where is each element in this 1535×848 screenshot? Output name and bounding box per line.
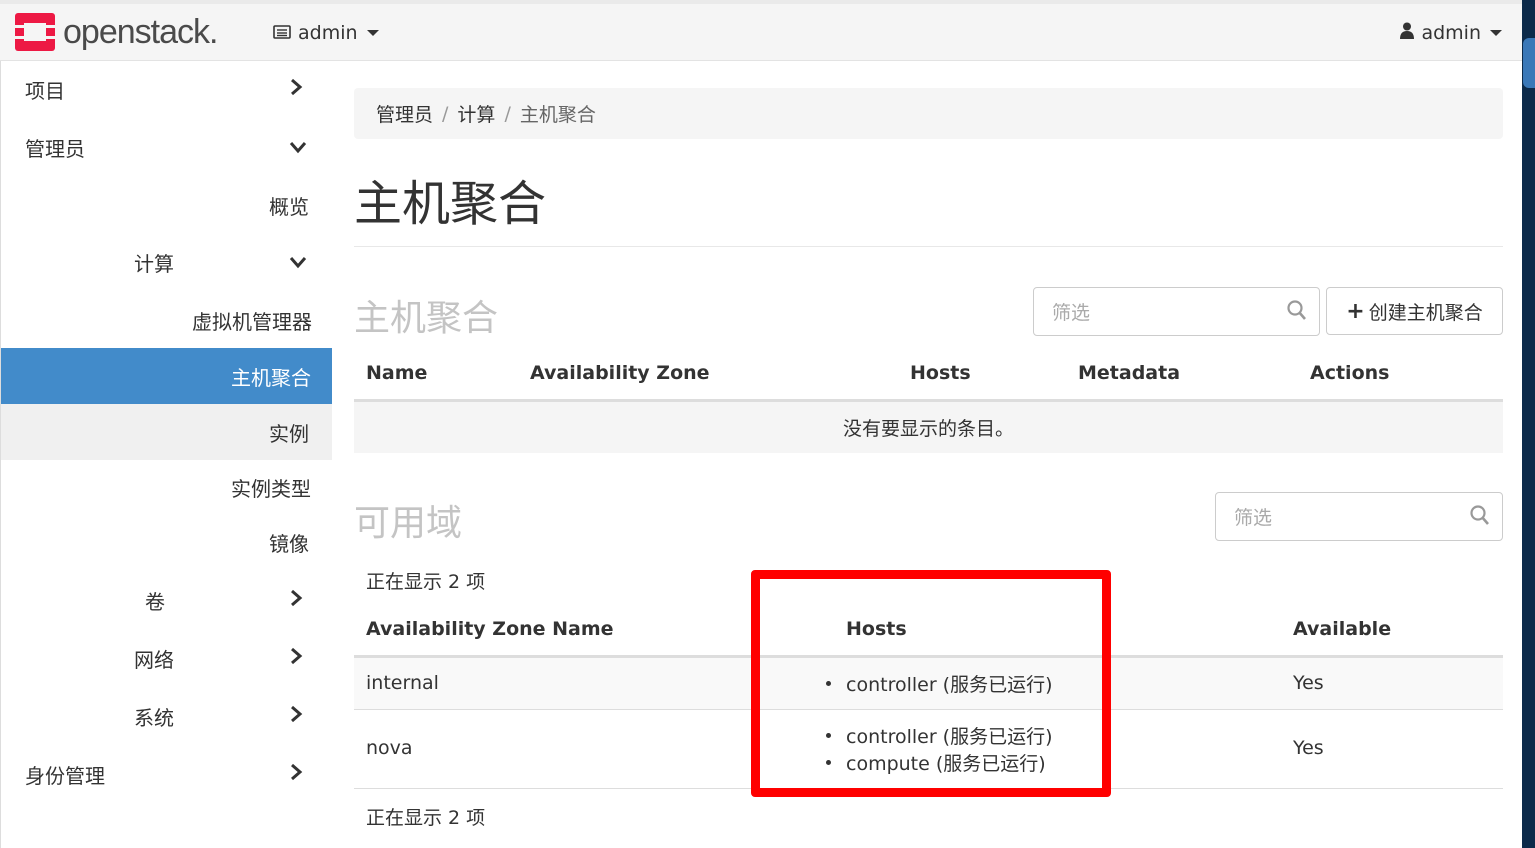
chevron-down-icon [289, 135, 307, 160]
sidebar-item-label: 主机聚合 [231, 365, 311, 390]
sidebar-item-system[interactable]: 系统 [1, 688, 332, 744]
zone-name-cell: nova [366, 737, 413, 759]
search-icon[interactable] [1470, 505, 1490, 527]
top-navbar: openstack. admin admin [0, 0, 1522, 61]
sidebar-item-identity[interactable]: 身份管理 [1, 746, 332, 802]
column-header-available[interactable]: Available [1293, 618, 1391, 640]
caret-down-icon [366, 30, 379, 36]
caret-down-icon [1490, 30, 1502, 36]
project-selector[interactable]: admin [273, 22, 379, 44]
breadcrumb-item-admin[interactable]: 管理员 [376, 100, 433, 127]
project-selector-label: admin [298, 22, 358, 44]
sidebar-item-overview[interactable]: 概览 [1, 177, 332, 233]
user-icon [1400, 22, 1415, 44]
chevron-down-icon [289, 250, 307, 275]
sidebar-item-host-aggregates[interactable]: 主机聚合 [1, 348, 332, 404]
breadcrumb: 管理员 / 计算 / 主机聚合 [354, 88, 1503, 139]
column-header-availability-zone[interactable]: Availability Zone [530, 362, 710, 384]
filter-placeholder: 筛选 [1234, 507, 1273, 529]
zones-section-title: 可用域 [354, 503, 463, 544]
window-edge [1522, 0, 1535, 848]
sidebar-item-hypervisors[interactable]: 虚拟机管理器 [1, 292, 332, 348]
chevron-right-icon [289, 762, 303, 787]
sidebar-item-network[interactable]: 网络 [1, 630, 332, 686]
sidebar-item-label: 虚拟机管理器 [192, 309, 312, 334]
breadcrumb-item-compute[interactable]: 计算 [457, 100, 495, 127]
sidebar-item-label: 实例 [269, 421, 309, 446]
sidebar-item-label: 身份管理 [25, 763, 105, 788]
create-aggregate-label: 创建主机聚合 [1368, 301, 1483, 324]
aggregates-section-title: 主机聚合 [354, 298, 499, 339]
filter-placeholder: 筛选 [1052, 302, 1091, 324]
sidebar-item-admin[interactable]: 管理员 [1, 119, 332, 175]
openstack-logo-icon [15, 13, 55, 51]
openstack-logo[interactable]: openstack. [15, 13, 218, 51]
sidebar-item-label: 计算 [134, 251, 174, 276]
chevron-right-icon [289, 588, 303, 613]
column-header-hosts[interactable]: Hosts [910, 362, 971, 384]
chevron-right-icon [289, 77, 303, 102]
page-title: 主机聚合 [354, 176, 547, 232]
breadcrumb-separator: / [504, 102, 511, 125]
user-menu[interactable]: admin [1400, 22, 1502, 44]
sidebar-item-instances[interactable]: 实例 [1, 404, 332, 460]
sidebar: 项目 管理员 概览 计算 虚拟机管理器 主机聚合 实例 实例类型 镜像 卷 网络… [0, 61, 332, 848]
user-menu-label: admin [1421, 22, 1481, 44]
zone-name-cell: internal [366, 672, 439, 694]
sidebar-item-images[interactable]: 镜像 [1, 514, 332, 570]
sidebar-item-label: 网络 [134, 647, 174, 672]
breadcrumb-item-current: 主机聚合 [519, 104, 596, 126]
sidebar-item-project[interactable]: 项目 [1, 61, 332, 117]
sidebar-item-label: 项目 [25, 78, 65, 103]
project-icon [273, 22, 291, 44]
search-icon[interactable] [1287, 300, 1307, 322]
plus-icon: + [1346, 298, 1365, 324]
sidebar-item-volumes[interactable]: 卷 [1, 572, 332, 628]
sidebar-item-label: 卷 [145, 589, 165, 614]
column-header-actions: Actions [1310, 362, 1390, 384]
zones-filter-input[interactable]: 筛选 [1215, 492, 1503, 541]
sidebar-item-label: 系统 [134, 705, 174, 730]
highlight-annotation-box [751, 570, 1111, 797]
column-header-zone-name[interactable]: Availability Zone Name [366, 618, 614, 640]
available-cell: Yes [1293, 672, 1324, 694]
chevron-right-icon [289, 704, 303, 729]
column-header-name[interactable]: Name [366, 362, 427, 384]
divider [354, 246, 1503, 247]
sidebar-item-label: 实例类型 [231, 476, 311, 501]
create-aggregate-button[interactable]: + 创建主机聚合 [1326, 287, 1503, 335]
item-count: 正在显示 2 项 [366, 807, 486, 829]
column-header-metadata[interactable]: Metadata [1078, 362, 1180, 384]
aggregates-filter-input[interactable]: 筛选 [1033, 287, 1320, 336]
sidebar-item-label: 镜像 [269, 531, 309, 556]
sidebar-item-compute[interactable]: 计算 [1, 234, 332, 290]
breadcrumb-separator: / [442, 102, 449, 125]
item-count: 正在显示 2 项 [366, 571, 486, 593]
chevron-right-icon [289, 646, 303, 671]
sidebar-item-flavors[interactable]: 实例类型 [1, 459, 332, 515]
sidebar-item-label: 概览 [269, 194, 309, 219]
available-cell: Yes [1293, 737, 1324, 759]
sidebar-item-label: 管理员 [25, 136, 85, 161]
empty-table-message: 没有要显示的条目。 [354, 402, 1503, 453]
logo-text: openstack. [63, 13, 218, 51]
